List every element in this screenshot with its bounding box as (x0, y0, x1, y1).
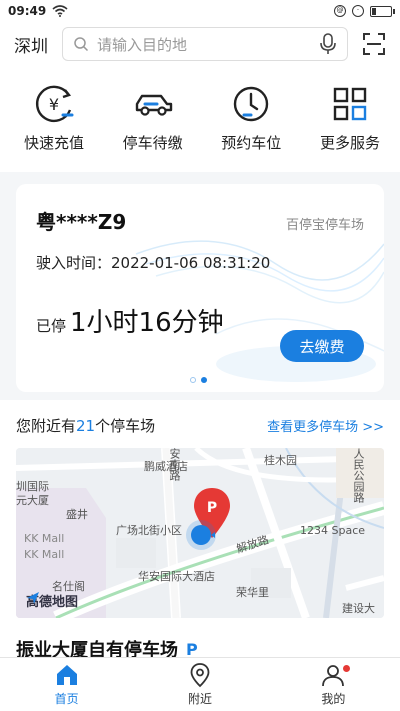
grid-icon (333, 87, 367, 121)
status-time: 09:49 (8, 4, 47, 18)
clock-icon (234, 86, 269, 122)
duration-prefix: 已停 (36, 317, 67, 335)
quick-services: ¥ 快速充值 停车待缴 预约车位 更多服务 (0, 82, 400, 153)
wifi-icon (52, 5, 68, 17)
microphone-icon[interactable] (319, 33, 337, 55)
svg-text:P: P (207, 500, 217, 516)
pay-button[interactable]: 去缴费 (280, 330, 364, 362)
lock-rotation-icon: @ (334, 5, 346, 17)
notification-dot (342, 665, 350, 672)
map-label: KK Mall (24, 532, 65, 545)
map-label: 华安国际大酒店 (138, 570, 215, 583)
map-label: 盛井 (66, 508, 88, 521)
service-pending-fees[interactable]: 停车待缴 (113, 82, 193, 153)
tab-nearby[interactable]: 附近 (133, 658, 266, 711)
parking-card[interactable]: 粤****Z9 百停宝停车场 驶入时间：2022-01-06 08:31:20 … (16, 184, 384, 392)
current-location-icon (186, 520, 216, 550)
map-label: 1234 Space (300, 524, 366, 537)
city-selector[interactable]: 深圳 (14, 32, 48, 57)
map-provider-logo: 高德地图 (26, 591, 78, 610)
car-icon (135, 94, 172, 116)
map-label: 广场北街小区 (116, 524, 182, 537)
carousel-pager (190, 377, 207, 383)
map-label: 荣华里 (236, 586, 269, 599)
license-plate: 粤****Z9 (36, 210, 127, 234)
bottom-nav: 首页 附近 我的 (0, 657, 400, 711)
svg-text:¥: ¥ (49, 95, 59, 114)
search-placeholder: 请输入目的地 (97, 35, 188, 54)
map-label: 建设大 (342, 602, 375, 615)
location-pin-icon (190, 663, 210, 688)
home-icon (56, 665, 77, 685)
service-more[interactable]: 更多服务 (310, 82, 390, 153)
duration-value: 1小时16分钟 (70, 308, 224, 338)
service-reserve-spot[interactable]: 预约车位 (211, 82, 291, 153)
nearby-count-text: 您附近有21个停车场 (16, 416, 156, 435)
yuan-recharge-icon: ¥ (35, 85, 74, 123)
pager-dot-1[interactable] (190, 377, 196, 383)
parking-card-section: 粤****Z9 百停宝停车场 驶入时间：2022-01-06 08:31:20 … (0, 172, 400, 400)
map-label: 桂木园 (264, 454, 297, 467)
parked-duration: 已停 1小时16分钟 (36, 302, 224, 339)
tab-profile[interactable]: 我的 (267, 658, 400, 711)
battery-icon (370, 5, 395, 17)
parking-badge-icon: P (186, 639, 198, 659)
nearby-count: 21 (76, 416, 96, 435)
tab-home[interactable]: 首页 (0, 658, 133, 711)
more-parking-link[interactable]: 查看更多停车场 >> (267, 416, 384, 435)
search-row: 深圳 请输入目的地 (0, 26, 400, 62)
map-label: 元大厦 (16, 494, 49, 507)
search-icon (74, 37, 89, 52)
nearby-header: 您附近有21个停车场 查看更多停车场 >> (0, 414, 400, 436)
scan-icon[interactable] (362, 32, 386, 56)
map-view[interactable]: 鹏威酒店 安南路 桂木园 人民公园路 圳国际 元大厦 盛井 广场北街小区 KK … (16, 448, 384, 618)
entry-time: 驶入时间：2022-01-06 08:31:20 (36, 254, 271, 272)
status-bar: 09:49 @ · (0, 0, 400, 22)
parking-lot-name: 百停宝停车场 (285, 218, 364, 233)
map-label: 安南路 (168, 448, 181, 481)
navigation-arrow-icon (27, 592, 39, 604)
search-input[interactable]: 请输入目的地 (62, 27, 348, 61)
pager-dot-2[interactable] (201, 377, 207, 383)
map-label: KK Mall (24, 548, 65, 561)
service-recharge[interactable]: ¥ 快速充值 (14, 82, 94, 153)
alarm-icon: · (352, 5, 364, 17)
map-label: 人民公园路 (352, 448, 365, 503)
